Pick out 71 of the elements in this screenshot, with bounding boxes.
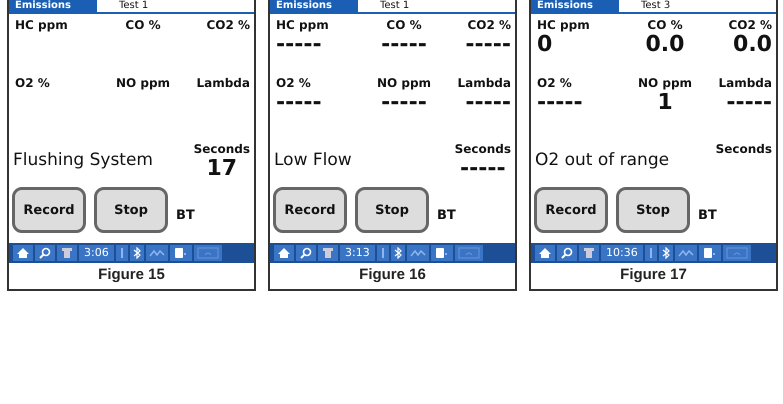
device-icon[interactable]: [702, 247, 718, 259]
reading-value: 0.0: [646, 32, 684, 58]
search-icon[interactable]: [560, 247, 574, 259]
seconds-value: 17: [206, 156, 238, 182]
seconds-label: Seconds: [716, 142, 772, 156]
clock-time: 10:36: [601, 245, 643, 261]
home-icon[interactable]: [277, 247, 291, 259]
reading-label: CO2 %: [467, 18, 511, 32]
reading-value: -----: [465, 90, 511, 116]
reading-label: O2 %: [276, 76, 311, 90]
figure-caption: Figure 15: [97, 266, 166, 285]
action-button[interactable]: Record: [273, 187, 347, 233]
reading-label: Lambda: [196, 76, 250, 90]
reading-value: -----: [381, 90, 427, 116]
figure-caption: Figure 16: [358, 266, 427, 285]
reading-value: -----: [465, 32, 511, 58]
reading-value: -----: [276, 32, 322, 58]
bt-label: BT: [698, 208, 717, 222]
status-message: O2 out of range: [535, 150, 670, 170]
reading-label: HC ppm: [537, 18, 590, 32]
reading-value: 0.0: [733, 32, 772, 58]
action-button[interactable]: Record: [12, 187, 86, 233]
reading-label: CO %: [386, 18, 422, 32]
action-button[interactable]: Stop: [355, 187, 429, 233]
bt-label: BT: [176, 208, 195, 222]
action-button[interactable]: Record: [534, 187, 608, 233]
reading-label: O2 %: [15, 76, 50, 90]
reading-label: HC ppm: [276, 18, 329, 32]
bluetooth-icon[interactable]: [132, 247, 141, 259]
seconds-label: Seconds: [454, 142, 511, 156]
clock-time: 3:06: [79, 245, 114, 261]
reading-value: -----: [381, 32, 427, 58]
test-name: Test 3: [641, 0, 670, 12]
reading-label: NO ppm: [116, 76, 170, 90]
reading-value: -----: [537, 90, 583, 116]
reading-label: NO ppm: [638, 76, 692, 90]
reading-label: CO %: [647, 18, 683, 32]
status-message: Low Flow: [274, 150, 352, 170]
app-tab[interactable]: Emissions: [9, 0, 97, 12]
figure-caption: Figure 17: [619, 266, 688, 285]
device-icon[interactable]: [172, 247, 189, 259]
reading-label: CO2 %: [206, 18, 250, 32]
reading-value: 1: [657, 90, 673, 116]
device-icon[interactable]: [434, 247, 450, 259]
action-button[interactable]: Stop: [94, 187, 168, 233]
seconds-label: Seconds: [194, 142, 250, 156]
reading-label: NO ppm: [376, 76, 432, 90]
home-icon[interactable]: [538, 247, 552, 259]
bt-label: BT: [437, 208, 456, 222]
app-tab[interactable]: Emissions: [270, 0, 358, 12]
home-icon[interactable]: [16, 247, 30, 259]
clock-time: 3:13: [340, 245, 375, 261]
bluetooth-icon[interactable]: [394, 247, 402, 259]
reading-label: Lambda: [718, 76, 772, 90]
reading-label: O2 %: [537, 76, 572, 90]
app-tab[interactable]: Emissions: [531, 0, 619, 12]
reading-value: -----: [726, 90, 772, 116]
reading-label: CO2 %: [728, 18, 772, 32]
action-button[interactable]: Stop: [616, 187, 690, 233]
reading-label: HC ppm: [15, 18, 68, 32]
reading-value: -----: [276, 90, 322, 116]
status-message: Flushing System: [13, 150, 153, 170]
search-icon[interactable]: [38, 247, 52, 259]
search-icon[interactable]: [299, 247, 313, 259]
test-name: Test 1: [119, 0, 148, 12]
seconds-value: -----: [460, 156, 506, 182]
bluetooth-icon[interactable]: [662, 247, 670, 259]
reading-label: CO %: [125, 18, 161, 32]
test-name: Test 1: [380, 0, 410, 12]
reading-label: Lambda: [457, 76, 511, 90]
reading-value: 0: [537, 32, 552, 58]
